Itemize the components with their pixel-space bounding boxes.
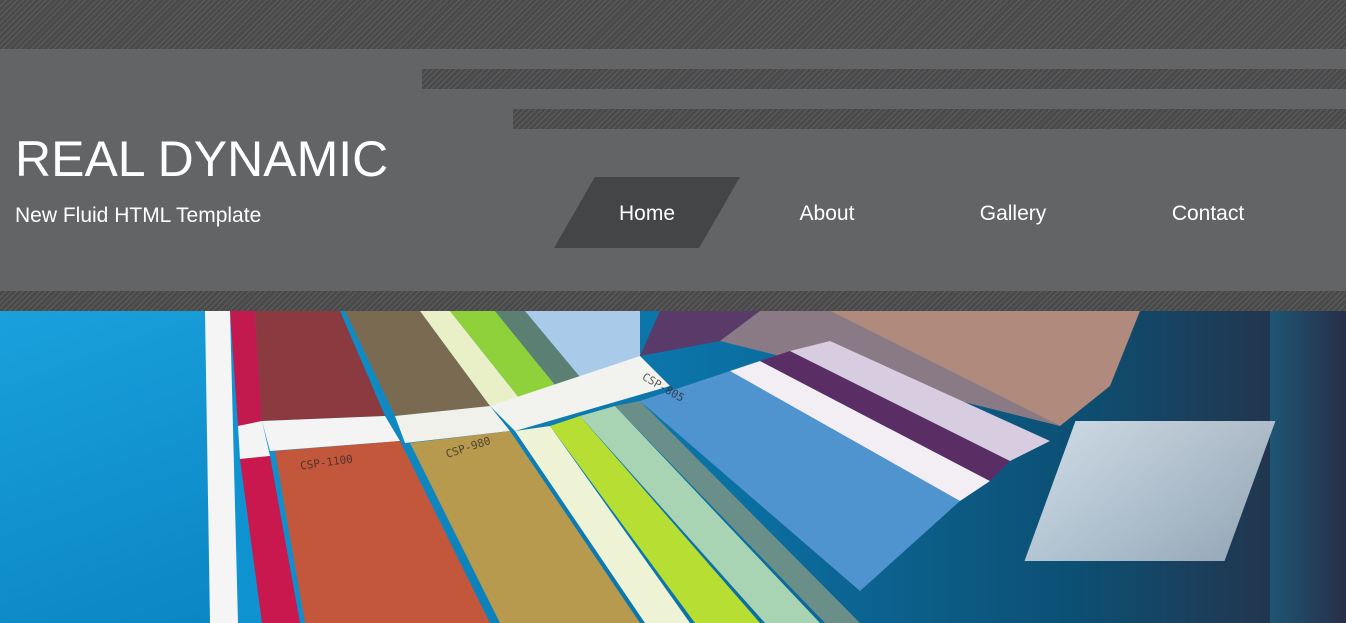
decorative-stripe-bar [422, 69, 1346, 89]
nav-item-contact[interactable]: Contact [1158, 200, 1258, 228]
top-stripe-band [0, 0, 1346, 49]
site-title[interactable]: REAL DYNAMIC [15, 131, 388, 187]
color-swatch-fan [205, 311, 1140, 623]
hero-image: CSP-1100 CSP-980 CSP-805 [0, 311, 1346, 623]
nav-item-about[interactable]: About [777, 200, 877, 228]
decorative-stripe-bar [513, 109, 1346, 129]
bottom-stripe-band [0, 291, 1346, 311]
site-subtitle: New Fluid HTML Template [15, 204, 262, 227]
nav-item-gallery[interactable]: Gallery [963, 200, 1063, 228]
nav-item-home[interactable]: Home [597, 200, 697, 228]
